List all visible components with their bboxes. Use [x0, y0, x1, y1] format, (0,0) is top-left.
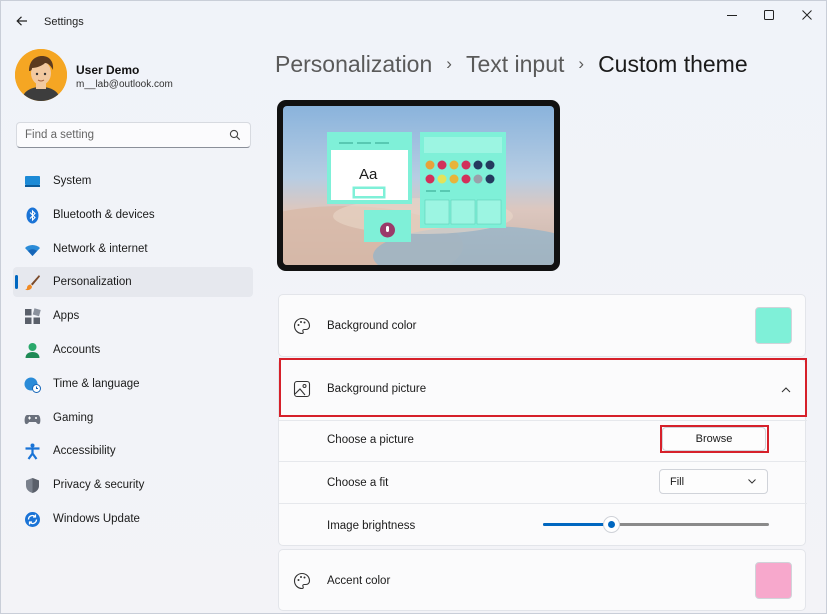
sidebar-item-accessibility[interactable]: Accessibility — [13, 436, 253, 466]
app-title: Settings — [44, 16, 84, 28]
image-brightness-label: Image brightness — [327, 520, 416, 532]
sidebar-item-label: Accounts — [53, 343, 101, 356]
theme-preview: Aa — [277, 100, 560, 271]
sidebar-item-label: Network & internet — [53, 242, 148, 255]
breadcrumb-separator: › — [446, 54, 452, 73]
sidebar-item-privacy-security[interactable]: Privacy & security — [13, 470, 253, 500]
preview-sample-text: Aa — [359, 166, 378, 183]
preview-scene — [283, 132, 554, 265]
sidebar-nav: System Bluetooth & devices Network & int… — [13, 166, 253, 538]
breadcrumb-item-personalization[interactable]: Personalization — [275, 51, 432, 77]
sidebar-item-label: Bluetooth & devices — [53, 208, 155, 221]
bluetooth-icon — [26, 207, 39, 224]
title-bar: Settings — [1, 1, 827, 41]
choose-fit-label: Choose a fit — [327, 477, 389, 489]
sidebar-item-label: Accessibility — [53, 445, 116, 458]
minimize-button[interactable] — [713, 5, 751, 27]
back-arrow-icon — [16, 16, 27, 26]
sidebar-item-label: System — [53, 175, 92, 187]
close-button[interactable] — [788, 5, 826, 27]
slider-fill — [543, 523, 611, 526]
gamepad-icon — [24, 414, 41, 424]
system-icon — [25, 176, 40, 187]
divider — [279, 461, 807, 462]
maximize-button[interactable] — [750, 5, 788, 27]
choose-fit-value: Fill — [670, 476, 685, 488]
user-avatar-icon — [15, 49, 67, 101]
accent-color-row[interactable]: Accent color — [278, 549, 806, 611]
search-input[interactable]: Find a setting — [25, 129, 94, 141]
avatar[interactable] — [15, 49, 67, 101]
choose-fit-dropdown[interactable]: Fill — [659, 469, 768, 494]
back-button[interactable] — [11, 10, 33, 32]
sidebar-item-system[interactable]: System — [13, 166, 253, 196]
update-icon — [25, 511, 40, 527]
brush-icon — [25, 275, 40, 291]
accent-color-swatch[interactable] — [755, 562, 792, 599]
user-email: m__lab@outlook.com — [76, 79, 173, 90]
breadcrumb-item-text-input[interactable]: Text input — [466, 51, 564, 77]
background-color-row[interactable]: Background color — [278, 294, 806, 357]
sidebar-item-label: Gaming — [53, 411, 94, 424]
breadcrumb: Personalization › Text input › Custom theme — [275, 51, 748, 78]
sidebar-item-windows-update[interactable]: Windows Update — [13, 504, 253, 534]
sidebar-item-gaming[interactable]: Gaming — [13, 403, 253, 433]
sidebar-item-label: Windows Update — [53, 512, 140, 525]
sidebar-item-apps[interactable]: Apps — [13, 301, 253, 331]
globe-clock-icon — [24, 377, 41, 393]
sidebar-item-label: Personalization — [53, 276, 132, 289]
maximize-icon — [764, 10, 774, 20]
apps-icon — [25, 308, 41, 325]
settings-window: Settings User Demo m__lab@outlook.com Fi… — [0, 0, 827, 614]
divider — [279, 420, 807, 421]
highlight-box — [660, 425, 769, 453]
accessibility-icon — [25, 443, 40, 461]
image-brightness-slider[interactable] — [543, 516, 769, 533]
accent-color-label: Accent color — [327, 575, 391, 587]
sidebar-item-network[interactable]: Network & internet — [13, 234, 253, 264]
minimize-icon — [727, 15, 737, 16]
background-color-swatch[interactable] — [755, 307, 792, 344]
slider-thumb[interactable] — [602, 516, 620, 533]
search-icon — [229, 129, 241, 141]
close-icon — [802, 10, 812, 20]
divider — [279, 503, 807, 504]
accounts-icon — [25, 342, 40, 358]
background-color-label: Background color — [327, 320, 417, 332]
sidebar-item-label: Privacy & security — [53, 479, 145, 492]
preview-background-image: Aa — [283, 106, 554, 265]
wifi-icon — [25, 244, 40, 256]
sidebar-item-accounts[interactable]: Accounts — [13, 335, 253, 365]
chevron-down-icon — [748, 479, 756, 484]
sidebar-item-time-language[interactable]: Time & language — [13, 369, 253, 399]
sidebar-item-personalization[interactable]: Personalization — [13, 267, 253, 298]
choose-picture-label: Choose a picture — [327, 434, 414, 446]
page-title: Custom theme — [598, 51, 748, 77]
shield-icon — [26, 478, 39, 494]
palette-icon — [294, 317, 311, 335]
sidebar-item-bluetooth[interactable]: Bluetooth & devices — [13, 200, 253, 230]
sidebar-item-label: Apps — [53, 310, 80, 323]
sidebar-item-label: Time & language — [53, 377, 140, 390]
search-box[interactable]: Find a setting — [16, 122, 251, 148]
highlight-box — [279, 358, 807, 417]
palette-icon — [294, 572, 311, 590]
user-name: User Demo — [76, 63, 140, 77]
breadcrumb-separator: › — [578, 54, 585, 73]
